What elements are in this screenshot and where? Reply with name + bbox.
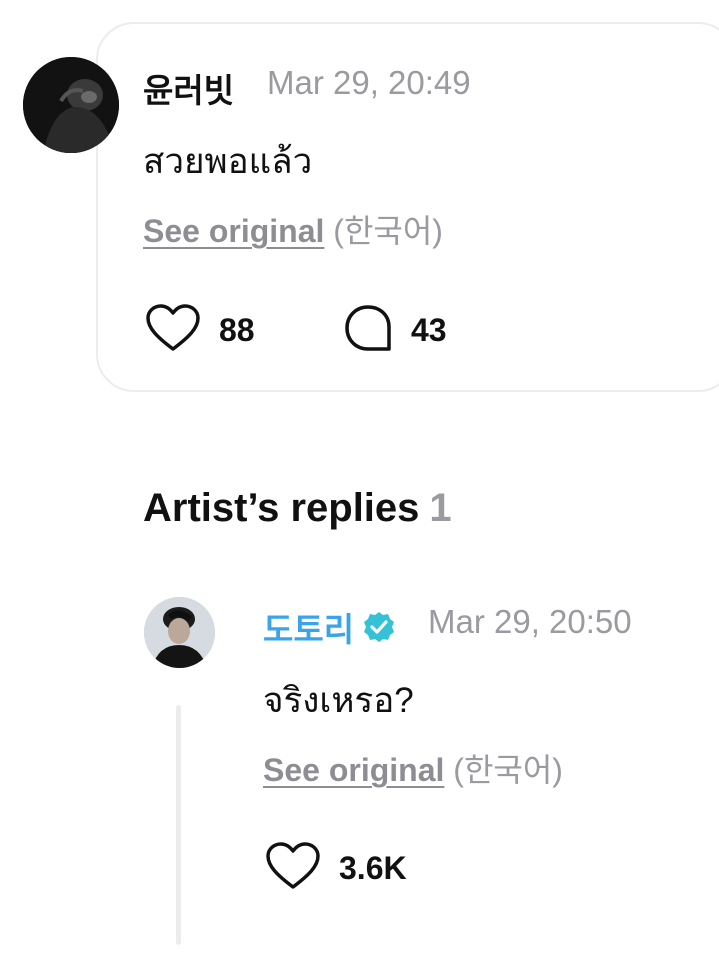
- like-count: 88: [219, 312, 255, 348]
- comment-bubble-icon: [343, 303, 393, 358]
- reply-original-language: (한국어): [453, 752, 563, 788]
- comment-see-original: See original (한국어): [143, 206, 443, 252]
- original-language: (한국어): [333, 213, 443, 249]
- commenter-name[interactable]: 윤러빗: [143, 64, 234, 112]
- comment-timestamp: Mar 29, 20:49: [267, 64, 471, 101]
- artist-name[interactable]: 도토리: [263, 603, 354, 651]
- reply-text: จริงเหรอ?: [263, 681, 414, 720]
- verified-badge-icon: [362, 610, 396, 644]
- reply-count-button[interactable]: 43: [343, 303, 447, 358]
- section-title-text: Artist’s replies: [143, 486, 420, 530]
- reply-count: 43: [411, 312, 447, 348]
- reply-see-original: See original (한국어): [263, 745, 563, 791]
- commenter-avatar[interactable]: [23, 57, 119, 153]
- heart-icon: [265, 841, 321, 896]
- see-original-link[interactable]: See original: [143, 213, 324, 249]
- reply-see-original-link[interactable]: See original: [263, 752, 444, 788]
- like-button[interactable]: 88: [145, 303, 255, 358]
- artist-replies-heading: Artist’s replies 1: [143, 486, 452, 531]
- artist-name-row[interactable]: 도토리: [263, 603, 396, 651]
- reply-like-count: 3.6K: [339, 850, 407, 886]
- reply-like-button[interactable]: 3.6K: [265, 841, 407, 896]
- section-count: 1: [429, 486, 452, 530]
- heart-icon: [145, 303, 201, 358]
- artist-avatar[interactable]: [144, 597, 215, 668]
- comment-text: สวยพอแล้ว: [143, 142, 313, 181]
- comments-page: 윤러빗 Mar 29, 20:49 สวยพอแล้ว See original…: [0, 0, 719, 956]
- reply-timestamp: Mar 29, 20:50: [428, 603, 632, 640]
- thread-line: [176, 705, 181, 945]
